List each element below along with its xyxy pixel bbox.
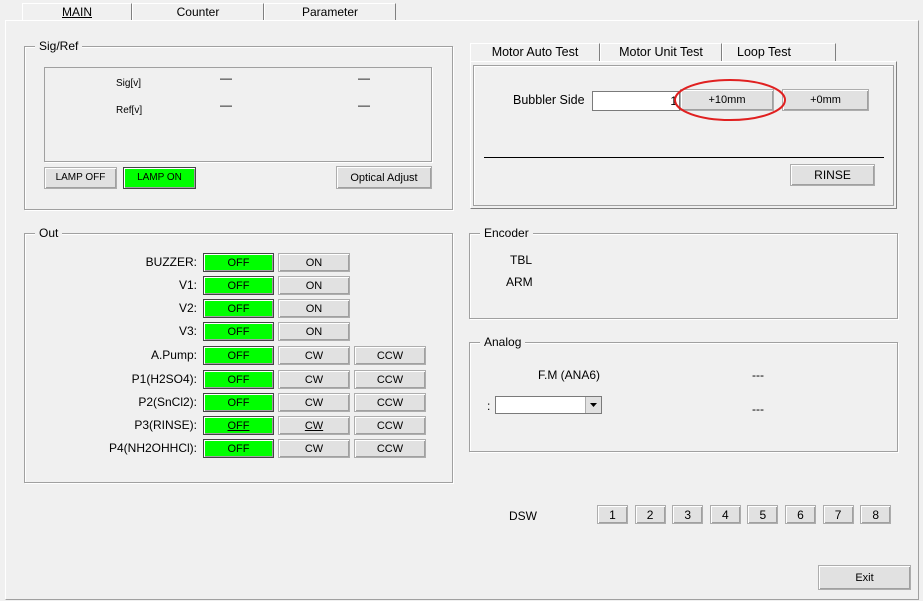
out-row-off-button[interactable]: OFF [203,322,274,341]
dsw-label: DSW [509,509,537,523]
tab-motor-unit-test-label: Motor Unit Test [619,45,703,59]
out-row-label: V1: [178,278,197,292]
tab-loop-test[interactable]: Loop Test [722,43,836,61]
chevron-down-icon [590,403,597,407]
tab-main[interactable]: MAIN [22,3,132,20]
out-row-second-button[interactable]: ON [278,322,350,341]
tab-parameter[interactable]: Parameter [264,3,396,20]
tab-loop-test-label: Loop Test [737,45,791,59]
analog-title: Analog [480,335,526,349]
out-row-label: V3: [178,324,197,338]
encoder-arm-label: ARM [506,275,533,289]
dsw-button[interactable]: 5 [747,505,779,524]
tab-main-label: MAIN [62,5,92,19]
rinse-button[interactable]: RINSE [790,164,875,186]
out-row-off-button[interactable]: OFF [203,439,274,458]
encoder-tbl-label: TBL [510,253,533,267]
tab-motor-auto-test-label: Motor Auto Test [491,45,579,59]
encoder-group: Encoder [469,226,898,319]
sig-label: Sig[v] [116,78,142,89]
highlight-ellipse [674,79,786,121]
bubbler-side-input[interactable]: 1 [592,91,680,111]
sig-value-1: — [220,71,232,85]
out-row-off-button[interactable]: OFF [203,370,274,389]
dsw-button[interactable]: 8 [860,505,892,524]
out-row-second-button[interactable]: CW [278,393,350,412]
out-row-label: P2(SnCl2): [138,395,197,409]
out-row-third-button[interactable]: CCW [354,370,426,389]
combobox-dropdown-button[interactable] [585,397,601,413]
out-row-third-button[interactable]: CCW [354,416,426,435]
out-row-off-button[interactable]: OFF [203,276,274,295]
plus-0mm-button[interactable]: +0mm [782,89,869,111]
sigref-display [44,67,432,162]
out-row-second-button[interactable]: CW [278,439,350,458]
tab-motor-unit-test[interactable]: Motor Unit Test [600,43,722,61]
out-row-off-button[interactable]: OFF [203,416,274,435]
out-row-label: P1(H2SO4): [131,372,197,386]
dsw-button[interactable]: 4 [709,505,741,524]
encoder-title: Encoder [480,226,533,240]
out-row-off-button[interactable]: OFF [203,253,274,272]
out-row-off-button[interactable]: OFF [203,393,274,412]
combo-readout: --- [752,402,764,416]
out-row-off-button[interactable]: OFF [203,346,274,365]
out-row-second-button[interactable]: CW [278,346,350,365]
tab-counter[interactable]: Counter [132,3,264,20]
out-row-second-button[interactable]: ON [278,276,350,295]
combo-colon: : [487,399,491,413]
dsw-button[interactable]: 1 [597,505,628,524]
ref-value-2: — [358,98,370,112]
tab-counter-label: Counter [176,5,220,19]
ref-label: Ref[v] [116,105,143,116]
tab-motor-auto-test[interactable]: Motor Auto Test [470,43,600,61]
dsw-button[interactable]: 2 [634,505,666,524]
out-row-label: BUZZER: [145,255,197,269]
out-row-label: P4(NH2OHHCl): [108,441,197,455]
out-row-third-button[interactable]: CCW [354,439,426,458]
dsw-button[interactable]: 6 [785,505,816,524]
dsw-button[interactable]: 7 [822,505,854,524]
lamp-off-button[interactable]: LAMP OFF [44,167,117,189]
out-row-off-button[interactable]: OFF [203,299,274,318]
out-row-second-button[interactable]: ON [278,299,350,318]
out-title: Out [35,226,63,240]
fm-label: F.M (ANA6) [538,368,601,382]
bubbler-side-label: Bubbler Side [513,93,585,107]
analog-combobox[interactable] [495,396,602,414]
lamp-on-button[interactable]: LAMP ON [123,167,196,189]
out-row-third-button[interactable]: CCW [354,393,426,412]
optical-adjust-button[interactable]: Optical Adjust [336,166,432,189]
out-row-second-button[interactable]: CW [278,370,350,389]
out-row-label: P3(RINSE): [134,418,197,432]
sigref-title: Sig/Ref [35,39,83,53]
out-row-second-button[interactable]: ON [278,253,350,272]
out-row-label: V2: [178,301,197,315]
out-row-third-button[interactable]: CCW [354,346,426,365]
dsw-button[interactable]: 3 [672,505,704,524]
highlight-circle [674,79,786,121]
tab-parameter-label: Parameter [301,5,359,19]
exit-button[interactable]: Exit [818,565,911,590]
motor-separator [484,157,884,158]
out-row-label: A.Pump: [150,348,197,362]
out-row-second-button[interactable]: CW [278,416,350,435]
sig-value-2: — [358,71,370,85]
ref-value-1: — [220,98,232,112]
fm-value: --- [752,368,764,382]
